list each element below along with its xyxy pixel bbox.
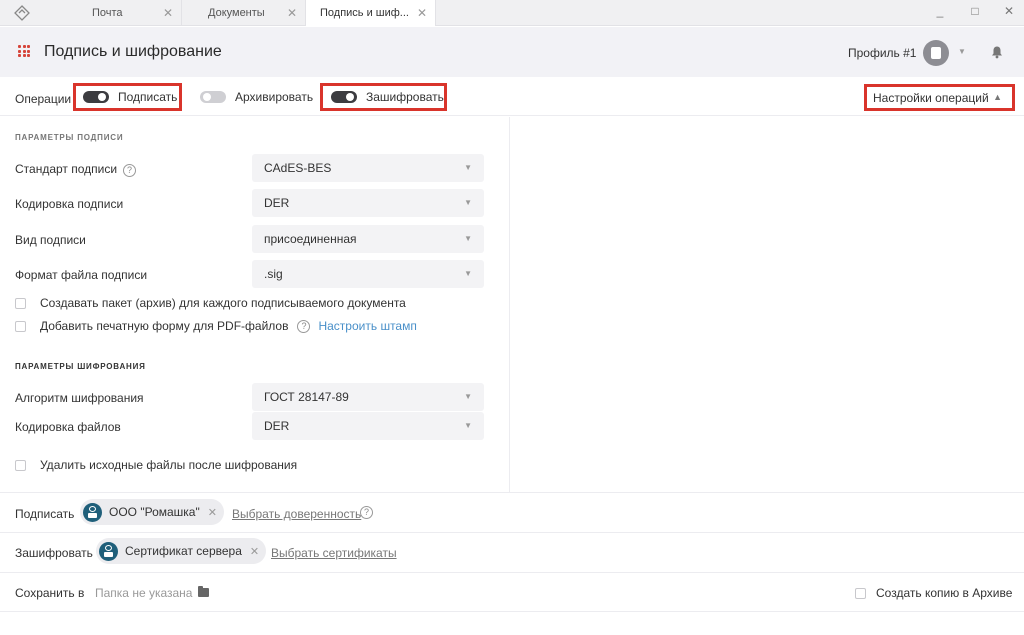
chip-label: Сертификат сервера [125,544,242,558]
selected-value: .sig [264,267,283,281]
encryption-params-title: ПАРАМЕТРЫ ШИФРОВАНИЯ [15,362,146,371]
chevron-down-icon: ▼ [464,392,472,401]
encryption-algorithm-label: Алгоритм шифрования [15,391,144,405]
print-form-checkbox-row[interactable]: Добавить печатную форму для PDF-файлов ?… [15,319,417,333]
signature-type-label: Вид подписи [15,233,86,247]
toggle-switch[interactable] [83,91,109,103]
close-icon[interactable]: ✕ [250,545,259,558]
page-title: Подпись и шифрование [44,43,222,60]
chevron-down-icon: ▼ [464,163,472,172]
tab-label: Подпись и шиф... [320,7,409,19]
archive-copy-checkbox-row[interactable]: Создать копию в Архиве [855,586,1012,600]
close-icon[interactable]: ✕ [163,6,173,20]
signature-encoding-select[interactable]: DER ▼ [252,189,484,217]
operations-label: Операции [15,92,72,106]
signature-params-title: ПАРАМЕТРЫ ПОДПИСИ [15,133,124,142]
archive-toggle-label: Архивировать [235,90,314,104]
selected-value: DER [264,419,290,433]
document-icon [931,47,941,59]
encryption-algorithm-select[interactable]: ГОСТ 28147-89 ▼ [252,383,484,411]
close-icon[interactable]: ✕ [208,506,217,519]
maximize-icon[interactable]: □ [966,4,984,18]
bell-icon[interactable] [990,45,1004,59]
certificate-icon [99,541,118,561]
save-row-label: Сохранить в [15,586,85,600]
folder-path[interactable]: Папка не указана [95,586,192,600]
checkbox[interactable] [15,297,26,309]
profile-name[interactable]: Профиль #1 [848,46,916,60]
chevron-up-icon: ▲ [993,92,1002,102]
chevron-down-icon: ▼ [464,269,472,278]
delete-source-checkbox-row[interactable]: Удалить исходные файлы после шифрования [15,458,297,472]
select-proxy-link[interactable]: Выбрать доверенность [232,507,361,521]
signature-format-label: Формат файла подписи [15,268,148,282]
minimize-icon[interactable]: _ [931,4,949,18]
apps-grid-icon[interactable] [18,45,30,57]
certificate-icon [83,502,102,522]
checkbox[interactable] [15,320,26,332]
certificate-chip[interactable]: Сертификат сервера ✕ [96,538,267,564]
checkbox[interactable] [855,587,866,599]
help-icon[interactable]: ? [360,506,373,519]
signer-chip[interactable]: ООО "Ромашка" ✕ [80,499,224,525]
toggle-switch[interactable] [200,91,226,103]
tab-documents[interactable]: Документы ✕ [182,0,306,26]
chevron-down-icon: ▼ [464,198,472,207]
signature-encoding-label: Кодировка подписи [15,197,124,211]
chevron-down-icon[interactable]: ▼ [958,47,966,56]
help-icon[interactable]: ? [123,164,137,177]
help-icon[interactable]: ? [297,319,311,333]
configure-stamp-link[interactable]: Настроить штамп [318,319,416,333]
sign-toggle[interactable]: Подписать [73,83,182,111]
encrypt-toggle-label: Зашифровать [366,90,444,104]
sign-row-label: Подписать [15,507,75,521]
tab-label: Документы [208,7,265,19]
tab-label: Почта [92,7,123,19]
chip-label: ООО "Ромашка" [109,505,200,519]
sign-toggle-label: Подписать [118,90,178,104]
signature-standard-select[interactable]: CAdES-BES ▼ [252,154,484,182]
selected-value: DER [264,196,290,210]
chevron-down-icon: ▼ [464,234,472,243]
select-certificates-link[interactable]: Выбрать сертификаты [271,546,397,560]
close-icon[interactable]: ✕ [287,6,297,20]
signature-type-select[interactable]: присоединенная ▼ [252,225,484,253]
selected-value: CAdES-BES [264,161,332,175]
chevron-down-icon: ▼ [464,421,472,430]
label-text: Стандарт подписи [15,162,118,176]
close-window-icon[interactable]: ✕ [1000,4,1018,18]
archive-toggle[interactable]: Архивировать [198,86,313,108]
toggle-switch[interactable] [331,91,357,103]
checkbox-label: Добавить печатную форму для PDF-файлов [40,319,289,333]
tab-signature-encryption[interactable]: Подпись и шиф... ✕ [306,0,436,26]
selected-value: присоединенная [264,232,357,246]
checkbox-label: Создать копию в Архиве [876,586,1013,600]
checkbox[interactable] [15,459,26,471]
signature-format-select[interactable]: .sig ▼ [252,260,484,288]
title-bar: Почта ✕ Документы ✕ Подпись и шиф... ✕ _… [0,0,1024,26]
avatar[interactable] [923,40,949,66]
file-encoding-label: Кодировка файлов [15,420,121,434]
app-logo-icon [14,5,30,21]
encrypt-toggle[interactable]: Зашифровать [320,83,447,111]
signature-standard-label: Стандарт подписи? [15,162,137,177]
operations-settings-label: Настройки операций [873,90,989,105]
operations-settings-dropdown[interactable]: Настройки операций ▲ [864,84,1015,111]
folder-icon[interactable] [198,586,209,597]
checkbox-label: Удалить исходные файлы после шифрования [40,458,298,472]
encrypt-row-label: Зашифровать [15,546,93,560]
checkbox-label: Создавать пакет (архив) для каждого подп… [40,296,406,310]
tab-mail[interactable]: Почта ✕ [60,0,182,26]
create-package-checkbox-row[interactable]: Создавать пакет (архив) для каждого подп… [15,296,406,310]
file-encoding-select[interactable]: DER ▼ [252,412,484,440]
selected-value: ГОСТ 28147-89 [264,390,349,404]
close-icon[interactable]: ✕ [417,6,427,20]
